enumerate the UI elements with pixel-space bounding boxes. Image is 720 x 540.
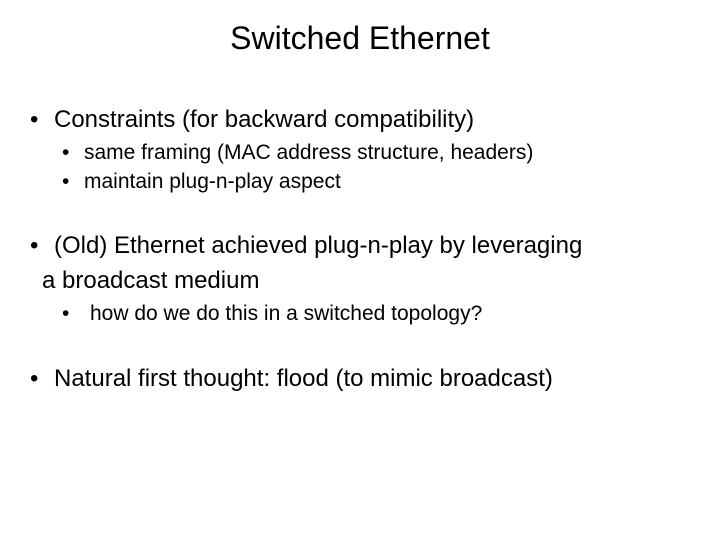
bullet-text: a broadcast medium: [42, 266, 692, 297]
bullet-icon: •: [28, 105, 54, 136]
bullet-icon: •: [62, 140, 84, 167]
bullet-icon: •: [28, 364, 54, 395]
slide-body: • Constraints (for backward compatibilit…: [28, 105, 692, 395]
slide-title: Switched Ethernet: [28, 20, 692, 57]
bullet-text: same framing (MAC address structure, hea…: [84, 140, 692, 167]
bullet-level2: • how do we do this in a switched topolo…: [62, 301, 692, 328]
bullet-text: how do we do this in a switched topology…: [84, 301, 692, 328]
bullet-level1: • Natural first thought: flood (to mimic…: [28, 364, 692, 395]
bullet-text: maintain plug-n-play aspect: [84, 169, 692, 196]
bullet-level2: • same framing (MAC address structure, h…: [62, 140, 692, 167]
bullet-text: (Old) Ethernet achieved plug-n-play by l…: [54, 231, 692, 262]
bullet-level1-continuation: a broadcast medium: [40, 266, 692, 297]
bullet-level2: • maintain plug-n-play aspect: [62, 169, 692, 196]
bullet-text: Constraints (for backward compatibility): [54, 105, 692, 136]
bullet-level1: • (Old) Ethernet achieved plug-n-play by…: [28, 231, 692, 262]
bullet-icon: •: [62, 169, 84, 196]
bullet-text: Natural first thought: flood (to mimic b…: [54, 364, 692, 395]
bullet-icon: •: [62, 301, 84, 328]
bullet-icon: •: [28, 231, 54, 262]
slide: Switched Ethernet • Constraints (for bac…: [0, 0, 720, 540]
bullet-level1: • Constraints (for backward compatibilit…: [28, 105, 692, 136]
